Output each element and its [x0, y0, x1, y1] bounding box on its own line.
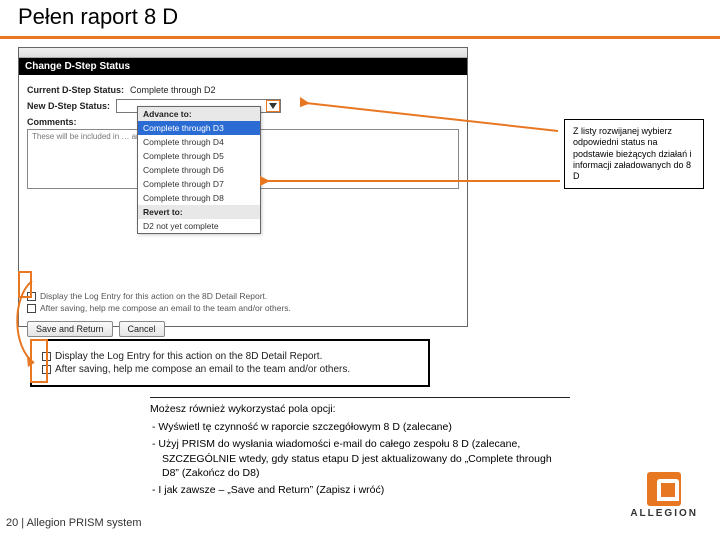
current-status-value: Complete through D2	[130, 85, 216, 95]
chevron-down-icon	[269, 103, 277, 109]
status-dropdown-popup: Advance to: Complete through D3 Complete…	[137, 106, 261, 234]
dropdown-item[interactable]: Complete through D3	[138, 121, 260, 135]
allegion-logo-text: ALLEGION	[630, 508, 698, 519]
checkbox-callout-box: Display the Log Entry for this action on…	[30, 339, 430, 387]
highlight-checkboxes-small	[18, 271, 32, 298]
app-body: Current D-Step Status: Complete through …	[19, 75, 467, 343]
blackbox-line2: After saving, help me compose an email t…	[55, 364, 350, 375]
content-area: Change D-Step Status Current D-Step Stat…	[0, 39, 720, 539]
save-return-button[interactable]: Save and Return	[27, 321, 113, 337]
highlight-checkboxes-big	[30, 339, 48, 383]
checkbox[interactable]	[27, 304, 36, 313]
allegion-logo-mark	[647, 472, 681, 506]
check2-label: After saving, help me compose an email t…	[40, 303, 291, 313]
notes-item: Wyświetl tę czynność w raporcie szczegół…	[162, 420, 570, 434]
allegion-logo: ALLEGION	[630, 472, 698, 519]
notes-item: I jak zawsze – „Save and Return” (Zapisz…	[162, 483, 570, 497]
current-status-label: Current D-Step Status:	[27, 85, 124, 95]
notes-intro: Możesz również wykorzystać pola opcji:	[150, 402, 570, 416]
new-status-label: New D-Step Status:	[27, 101, 110, 111]
footer-page-info: 20 | Allegion PRISM system	[6, 517, 142, 529]
title-bar: Pełen raport 8 D	[0, 0, 720, 39]
dropdown-item[interactable]: Complete through D5	[138, 149, 260, 163]
blackbox-line1: Display the Log Entry for this action on…	[55, 351, 322, 362]
comments-label: Comments:	[27, 117, 77, 127]
check1-label: Display the Log Entry for this action on…	[40, 291, 267, 301]
page-title: Pełen raport 8 D	[18, 4, 720, 30]
cancel-button[interactable]: Cancel	[119, 321, 165, 337]
app-toolbar	[19, 48, 467, 58]
app-screenshot: Change D-Step Status Current D-Step Stat…	[18, 47, 468, 327]
app-header: Change D-Step Status	[19, 58, 467, 75]
dropdown-caret-highlight	[266, 100, 280, 112]
notes-block: Możesz również wykorzystać pola opcji: W…	[150, 397, 570, 500]
dropdown-item[interactable]: Complete through D6	[138, 163, 260, 177]
notes-item: Użyj PRISM do wysłania wiadomości e-mail…	[162, 437, 570, 480]
dropdown-item[interactable]: Complete through D8	[138, 191, 260, 205]
dropdown-advance-header: Advance to:	[138, 107, 260, 121]
dropdown-item[interactable]: Complete through D4	[138, 135, 260, 149]
dropdown-item[interactable]: Complete through D7	[138, 177, 260, 191]
dropdown-revert-header: Revert to:	[138, 205, 260, 219]
dropdown-item[interactable]: D2 not yet complete	[138, 219, 260, 233]
callout-dropdown-instructions: Z listy rozwijanej wybierz odpowiedni st…	[564, 119, 704, 189]
